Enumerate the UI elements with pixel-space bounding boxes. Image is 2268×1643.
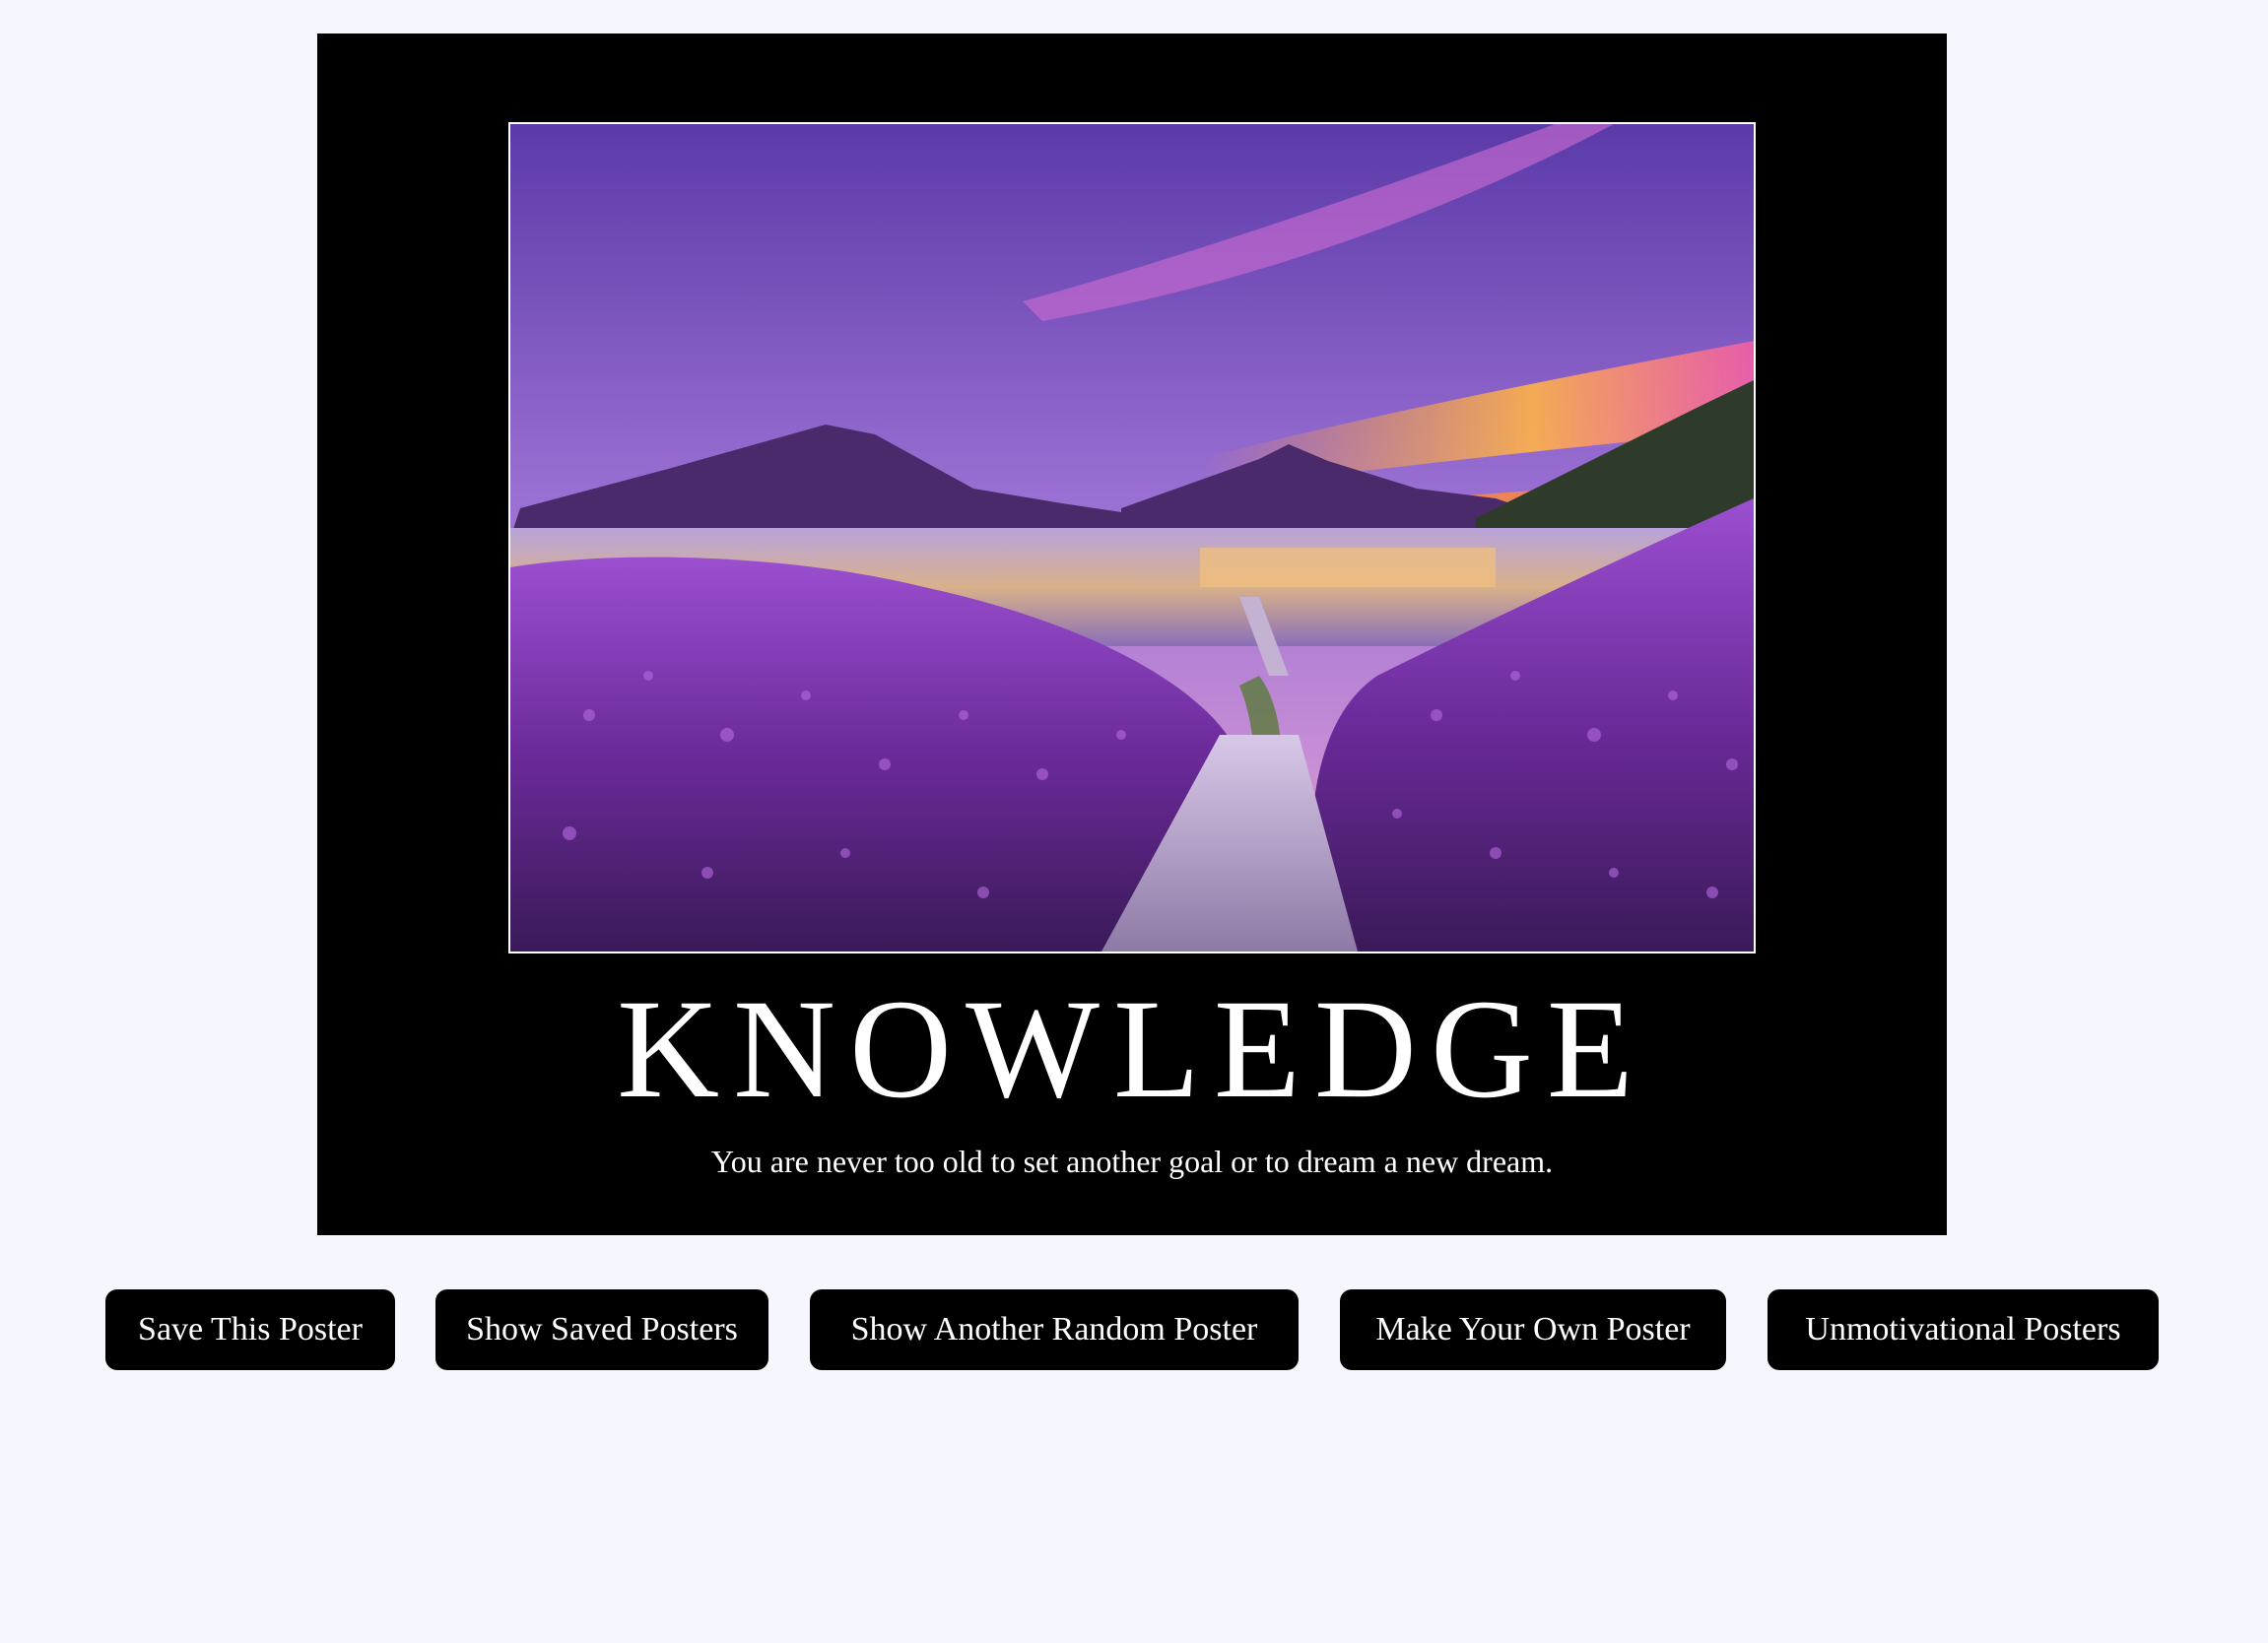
poster-quote: You are never too old to set another goa…	[710, 1144, 1554, 1179]
landscape-image	[510, 124, 1754, 952]
show-random-poster-button[interactable]: Show Another Random Poster	[810, 1289, 1299, 1370]
poster-image	[508, 122, 1756, 953]
show-saved-posters-button[interactable]: Show Saved Posters	[435, 1289, 768, 1370]
make-own-poster-button[interactable]: Make Your Own Poster	[1340, 1289, 1726, 1370]
poster-title: KNOWLEDGE	[617, 971, 1647, 1128]
button-row: Save This Poster Show Saved Posters Show…	[0, 1289, 2268, 1370]
poster: KNOWLEDGE You are never too old to set a…	[317, 33, 1947, 1235]
unmotivational-posters-button[interactable]: Unmotivational Posters	[1768, 1289, 2159, 1370]
save-poster-button[interactable]: Save This Poster	[105, 1289, 395, 1370]
